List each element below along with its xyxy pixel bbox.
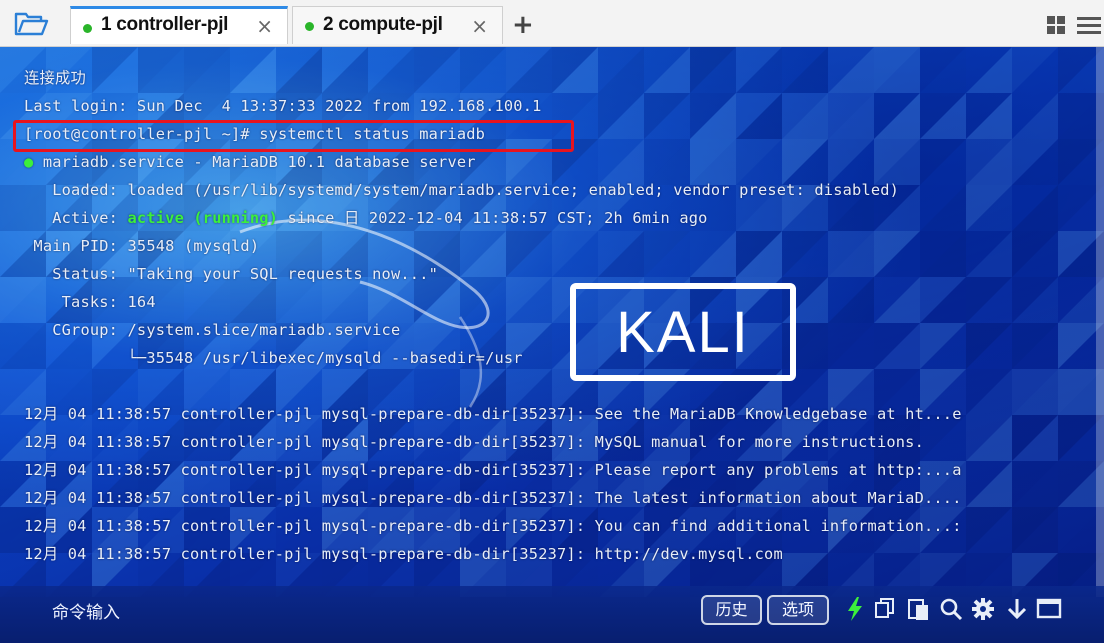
command-input-label[interactable]: 命令输入: [52, 598, 120, 623]
terminal-pane[interactable]: KALI 连接成功 Last login: Sun Dec 4 13:37:33…: [0, 47, 1104, 597]
terminal-line: 12月 04 11:38:57 controller-pjl mysql-pre…: [24, 517, 962, 535]
tab-label: 2 compute-pjl: [323, 14, 443, 35]
terminal-line: Active: active (running) since 日 2022-12…: [24, 209, 708, 227]
folder-open-icon[interactable]: [14, 11, 50, 37]
terminal-line: Loaded: loaded (/usr/lib/systemd/system/…: [24, 181, 900, 199]
terminal-line: 12月 04 11:38:57 controller-pjl mysql-pre…: [24, 433, 924, 451]
close-icon[interactable]: ×: [256, 14, 273, 38]
tab-label: 1 controller-pjl: [101, 14, 229, 35]
history-button[interactable]: 历史: [701, 595, 762, 625]
terminal-line: 12月 04 11:38:57 controller-pjl mysql-pre…: [24, 461, 962, 479]
tab-compute-pjl[interactable]: 2 compute-pjl ×: [292, 6, 503, 44]
status-dot-icon: ●: [24, 153, 34, 171]
arrow-down-icon[interactable]: [1004, 595, 1030, 623]
layout-grid-icon[interactable]: [1047, 16, 1065, 34]
terminal-line: 连接成功: [24, 69, 86, 87]
terminal-line: 12月 04 11:38:57 controller-pjl mysql-pre…: [24, 405, 962, 423]
terminal-line: Last login: Sun Dec 4 13:37:33 2022 from…: [24, 97, 542, 115]
terminal-line: 12月 04 11:38:57 controller-pjl mysql-pre…: [24, 545, 783, 563]
terminal-line: Status: "Taking your SQL requests now...…: [24, 265, 439, 283]
gear-icon[interactable]: [970, 595, 996, 623]
tab-bar: 1 controller-pjl × 2 compute-pjl × +: [0, 0, 1104, 47]
connected-dot-icon: [83, 24, 92, 33]
window-icon[interactable]: [1036, 595, 1062, 623]
active-state: active (running): [127, 209, 279, 227]
command-highlight-box: [13, 120, 574, 152]
lightning-icon[interactable]: [842, 595, 868, 623]
new-tab-button[interactable]: +: [512, 10, 534, 40]
connected-dot-icon: [305, 22, 314, 31]
paste-icon[interactable]: [906, 595, 932, 623]
terminal-line: └─35548 /usr/libexec/mysqld --basedir=/u…: [24, 349, 523, 367]
command-bar: 命令输入 历史 选项: [0, 586, 1104, 643]
close-icon[interactable]: ×: [471, 14, 488, 38]
copy-icon[interactable]: [872, 595, 898, 623]
terminal-line: Main PID: 35548 (mysqld): [24, 237, 260, 255]
hamburger-menu-icon[interactable]: [1077, 17, 1101, 34]
terminal-line: ● mariadb.service - MariaDB 10.1 databas…: [24, 153, 476, 171]
tab-controller-pjl[interactable]: 1 controller-pjl ×: [70, 6, 288, 44]
terminal-line: CGroup: /system.slice/mariadb.service: [24, 321, 401, 339]
layout-icons: [1047, 16, 1101, 34]
options-button[interactable]: 选项: [767, 595, 829, 625]
terminal-line: 12月 04 11:38:57 controller-pjl mysql-pre…: [24, 489, 962, 507]
terminal-line: Tasks: 164: [24, 293, 156, 311]
search-icon[interactable]: [938, 595, 964, 623]
